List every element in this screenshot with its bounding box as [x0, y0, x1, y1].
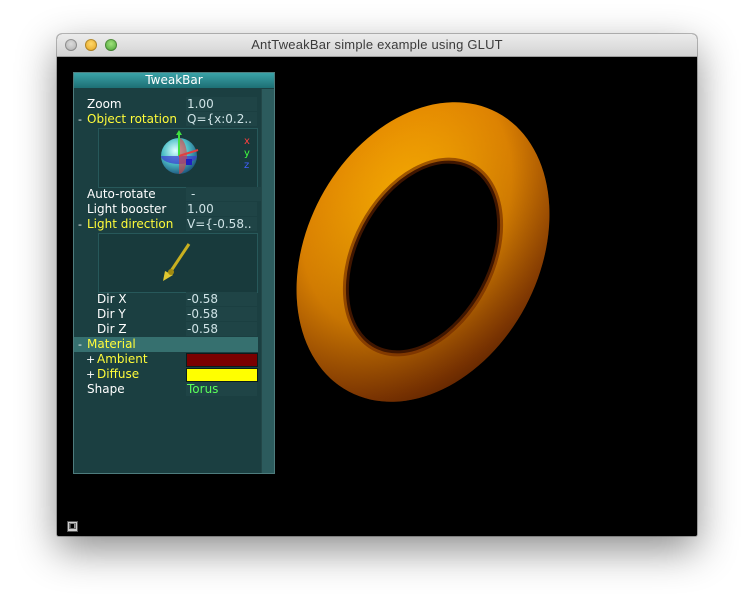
row-diffuse[interactable]: + Diffuse: [74, 367, 258, 382]
diffuse-color-swatch[interactable]: [186, 368, 258, 382]
light-direction-label: Light direction: [87, 217, 174, 231]
ambient-label: Ambient: [97, 352, 148, 366]
window-title: AntTweakBar simple example using GLUT: [251, 37, 503, 52]
axis-x-label: x: [244, 136, 250, 147]
dir-x-label: Dir X: [97, 292, 127, 306]
dir-y-value[interactable]: -0.58: [186, 307, 257, 321]
shape-label: Shape: [87, 382, 125, 396]
row-auto-rotate[interactable]: Auto-rotate -: [74, 187, 261, 202]
zoom-value[interactable]: 1.00: [186, 97, 257, 111]
gl-viewport[interactable]: TweakBar Zoom 1.00 - Object rotation Q={…: [57, 57, 697, 536]
row-zoom[interactable]: Zoom 1.00: [74, 97, 258, 112]
row-light-booster[interactable]: Light booster 1.00: [74, 202, 258, 217]
collapse-toggle[interactable]: -: [78, 112, 82, 127]
rotation-widget[interactable]: x y z: [98, 128, 258, 188]
row-dir-y[interactable]: Dir Y -0.58: [74, 307, 258, 322]
group-material[interactable]: - Material: [74, 337, 258, 352]
row-object-rotation[interactable]: - Object rotation Q={x:0.2..: [74, 112, 258, 127]
iconify-tweakbar-icon[interactable]: ▣: [67, 521, 78, 532]
material-label: Material: [87, 337, 136, 351]
dir-x-value[interactable]: -0.58: [186, 292, 257, 306]
app-window: AntTweakBar simple example using GLUT Tw…: [57, 34, 697, 536]
object-rotation-label: Object rotation: [87, 112, 177, 126]
object-rotation-value[interactable]: Q={x:0.2..: [186, 112, 257, 126]
light-direction-value[interactable]: V={-0.58..: [186, 217, 257, 231]
rotation-sphere-icon: [161, 130, 199, 174]
direction-widget[interactable]: [98, 233, 258, 293]
auto-rotate-label: Auto-rotate: [87, 187, 156, 201]
tweak-bar-scrollbar[interactable]: [261, 89, 274, 473]
axis-z-label: z: [244, 160, 250, 171]
ambient-color-swatch[interactable]: [186, 353, 258, 367]
row-dir-x[interactable]: Dir X -0.58: [74, 292, 258, 307]
row-shape[interactable]: Shape Torus: [74, 382, 258, 397]
light-booster-label: Light booster: [87, 202, 167, 216]
dir-y-label: Dir Y: [97, 307, 126, 321]
light-booster-value[interactable]: 1.00: [186, 202, 257, 216]
expand-toggle[interactable]: +: [86, 352, 95, 367]
diffuse-label: Diffuse: [97, 367, 140, 381]
tweak-bar-title[interactable]: TweakBar: [74, 73, 274, 88]
zoom-label: Zoom: [87, 97, 122, 111]
expand-toggle[interactable]: +: [86, 367, 95, 382]
direction-arrow-icon: [163, 243, 191, 281]
shape-value[interactable]: Torus: [186, 382, 257, 396]
row-light-direction[interactable]: - Light direction V={-0.58..: [74, 217, 258, 232]
auto-rotate-value[interactable]: -: [186, 187, 261, 201]
row-dir-z[interactable]: Dir Z -0.58: [74, 322, 258, 337]
title-bar[interactable]: AntTweakBar simple example using GLUT: [57, 34, 697, 57]
collapse-toggle[interactable]: -: [78, 217, 82, 232]
collapse-toggle[interactable]: -: [78, 337, 82, 352]
tweak-bar-panel[interactable]: TweakBar Zoom 1.00 - Object rotation Q={…: [73, 72, 275, 474]
row-ambient[interactable]: + Ambient: [74, 352, 258, 367]
dir-z-value[interactable]: -0.58: [186, 322, 257, 336]
dir-z-label: Dir Z: [97, 322, 127, 336]
axis-y-label: y: [244, 148, 250, 159]
